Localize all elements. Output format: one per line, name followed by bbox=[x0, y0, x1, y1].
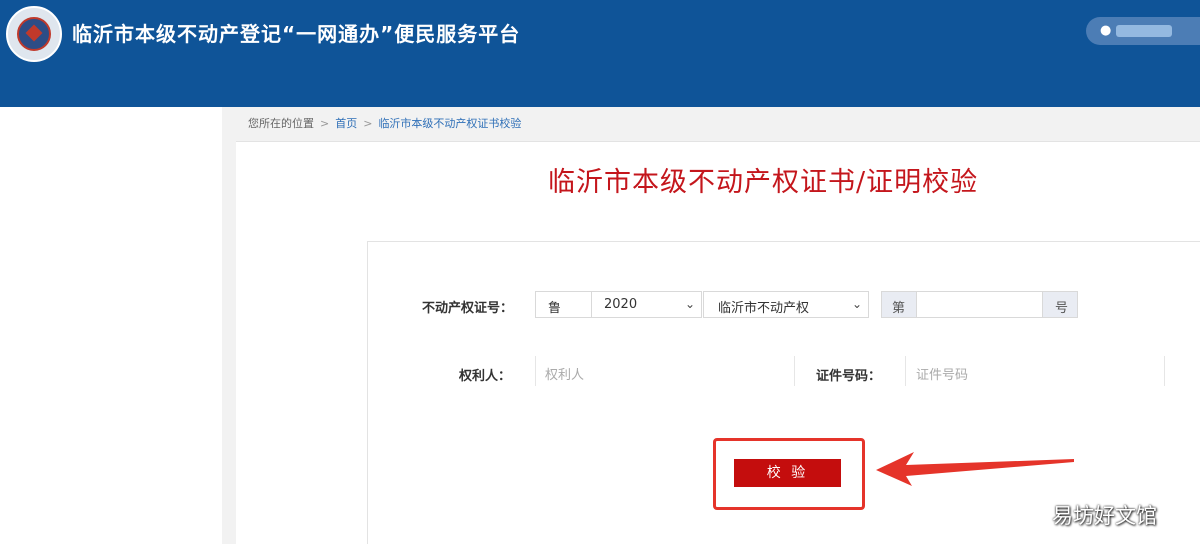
verify-button[interactable]: 校 验 bbox=[734, 459, 841, 487]
user-icon: ● bbox=[1100, 23, 1112, 38]
rights-holder-placeholder: 权利人 bbox=[545, 368, 585, 383]
annotation-arrow-icon bbox=[876, 452, 1074, 486]
divider bbox=[535, 356, 536, 386]
breadcrumb: 您所在的位置 > 首页 > 临沂市本级不动产权证书校验 bbox=[248, 115, 521, 131]
user-account-button[interactable]: ● bbox=[1086, 17, 1200, 45]
user-name-blurred bbox=[1116, 25, 1172, 37]
hao-addon-label: 号 bbox=[1055, 301, 1069, 316]
divider bbox=[905, 356, 906, 386]
divider bbox=[794, 356, 795, 386]
logo-emblem-icon bbox=[17, 17, 51, 51]
id-no-label: 证件号码： bbox=[816, 369, 882, 384]
breadcrumb-separator-icon: > bbox=[363, 117, 373, 130]
cert-no-label: 不动产权证号： bbox=[422, 301, 514, 316]
rights-holder-label: 权利人： bbox=[459, 369, 512, 384]
id-no-input[interactable]: 证件号码 bbox=[906, 358, 1164, 386]
year-select[interactable]: 2020 ⌄ bbox=[591, 291, 702, 318]
hao-addon: 号 bbox=[1042, 291, 1078, 318]
office-select[interactable]: 临沂市不动产权 ⌄ bbox=[703, 291, 869, 318]
breadcrumb-prefix: 您所在的位置 bbox=[248, 117, 314, 130]
breadcrumb-current: 临沂市本级不动产权证书校验 bbox=[378, 117, 522, 130]
cert-number-input[interactable] bbox=[916, 291, 1043, 318]
id-no-placeholder: 证件号码 bbox=[916, 368, 969, 383]
office-select-value: 临沂市不动产权 bbox=[718, 301, 810, 316]
chevron-down-icon: ⌄ bbox=[851, 297, 862, 311]
di-addon: 第 bbox=[881, 291, 917, 318]
left-blank-panel bbox=[0, 107, 222, 544]
rights-holder-input[interactable]: 权利人 bbox=[535, 358, 795, 386]
province-prefix-value: 鲁 bbox=[548, 301, 562, 316]
breadcrumb-separator-icon: > bbox=[320, 117, 330, 130]
divider bbox=[1164, 356, 1165, 386]
province-prefix-field: 鲁 bbox=[535, 291, 592, 318]
site-header: 临沂市本级不动产登记“一网通办”便民服务平台 ● bbox=[0, 0, 1200, 107]
breadcrumb-home-link[interactable]: 首页 bbox=[335, 117, 357, 130]
watermark: 易坊好文馆 bbox=[1052, 504, 1157, 528]
site-title: 临沂市本级不动产登记“一网通办”便民服务平台 bbox=[72, 22, 521, 46]
chevron-down-icon: ⌄ bbox=[684, 297, 695, 311]
di-addon-label: 第 bbox=[892, 301, 906, 316]
site-logo bbox=[6, 6, 62, 62]
year-select-value: 2020 bbox=[604, 297, 638, 312]
page-heading: 临沂市本级不动产权证书/证明校验 bbox=[548, 167, 979, 198]
